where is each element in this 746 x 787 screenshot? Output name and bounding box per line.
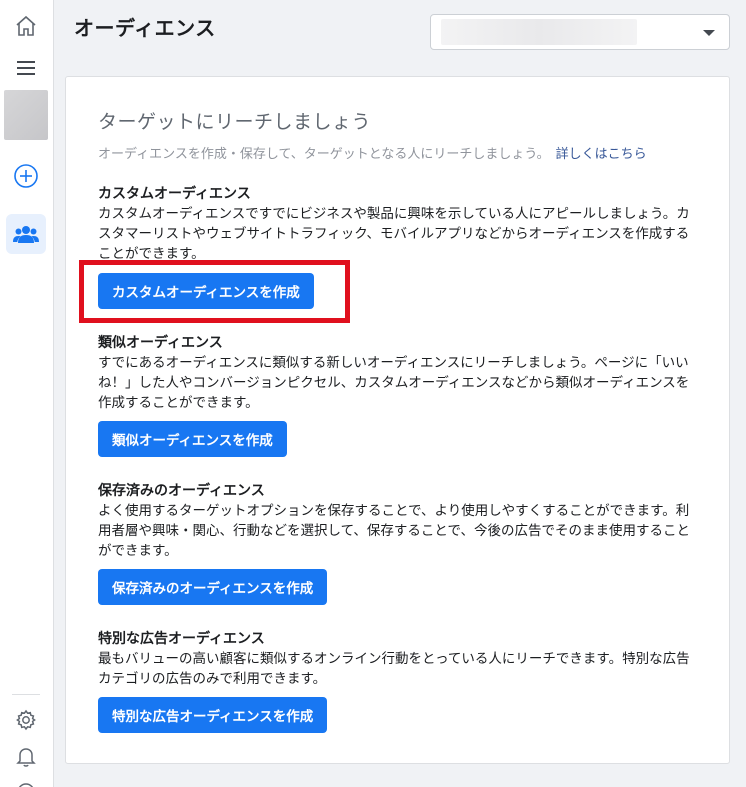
home-icon — [16, 15, 36, 36]
section-description: カスタムオーディエンスですでにビジネスや製品に興味を示している人にアピールしまし… — [98, 206, 690, 262]
help-icon — [18, 783, 34, 787]
special-ad-audience-section: 特別な広告オーディエンス 最もバリューの高い顧客に類似するオンライン行動をとって… — [98, 629, 698, 689]
hamburger-menu-icon — [17, 61, 35, 75]
chevron-down-icon — [703, 30, 715, 36]
people-icon — [13, 226, 39, 243]
card-subtext-text: オーディエンスを作成・保存して、ターゲットとなる人にリーチしましょう。 — [98, 147, 550, 162]
settings-button[interactable] — [6, 700, 46, 740]
account-name-redacted — [441, 19, 637, 45]
custom-audience-section: カスタムオーディエンス カスタムオーディエンスですでにビジネスや製品に興味を示し… — [98, 184, 698, 264]
section-title: カスタムオーディエンス — [98, 186, 251, 202]
learn-more-link[interactable]: 詳しくはこちら — [556, 147, 647, 162]
section-description: すでにあるオーディエンスに類似する新しいオーディエンスにリーチしましょう。ページ… — [98, 355, 690, 411]
section-description: よく使用するターゲットオプションを保存することで、より使用しやすくすることができ… — [98, 503, 690, 559]
card-heading: ターゲットにリーチしましょう — [98, 111, 372, 133]
create-saved-audience-button[interactable]: 保存済みのオーディエンスを作成 — [98, 569, 328, 605]
create-button[interactable] — [6, 156, 46, 196]
card-subtext: オーディエンスを作成・保存して、ターゲットとなる人にリーチしましょう。 詳しくはこ… — [98, 143, 647, 162]
home-button[interactable] — [6, 6, 46, 46]
section-title: 類似オーディエンス — [98, 335, 223, 351]
page-title: オーディエンス — [74, 16, 216, 40]
menu-button[interactable] — [6, 48, 46, 88]
annotation-highlight-box — [79, 260, 350, 323]
section-title: 保存済みのオーディエンス — [98, 483, 265, 499]
account-avatar[interactable] — [4, 90, 48, 140]
create-special-ad-audience-button[interactable]: 特別な広告オーディエンスを作成 — [98, 697, 328, 733]
audiences-nav-button[interactable] — [6, 214, 46, 254]
create-lookalike-audience-button[interactable]: 類似オーディエンスを作成 — [98, 421, 287, 457]
lookalike-audience-section: 類似オーディエンス すでにあるオーディエンスに類似する新しいオーディエンスにリー… — [98, 333, 698, 413]
help-button[interactable] — [6, 772, 46, 787]
section-title: 特別な広告オーディエンス — [98, 631, 265, 647]
left-nav-rail — [0, 0, 54, 787]
gear-icon — [16, 709, 36, 731]
notifications-button[interactable] — [6, 737, 46, 777]
plus-circle-icon — [14, 164, 38, 188]
audience-intro-card: ターゲットにリーチしましょう オーディエンスを作成・保存して、ターゲットとなる人… — [65, 76, 730, 764]
nav-divider — [12, 694, 40, 695]
bell-icon — [16, 748, 36, 767]
section-description: 最もバリューの高い顧客に類似するオンライン行動をとっている人にリーチできます。特… — [98, 651, 690, 687]
saved-audience-section: 保存済みのオーディエンス よく使用するターゲットオプションを保存することで、より… — [98, 481, 698, 561]
ad-account-dropdown[interactable] — [430, 14, 730, 50]
